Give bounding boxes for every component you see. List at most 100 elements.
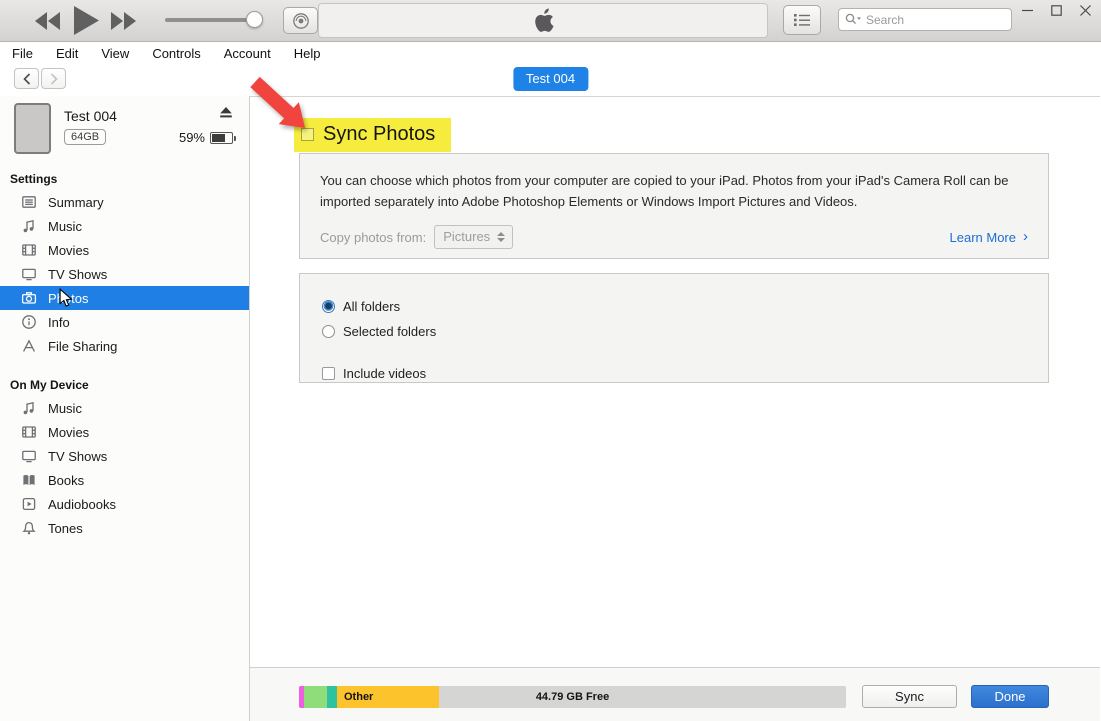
all-folders-label: All folders xyxy=(343,299,400,314)
learn-more-label: Learn More xyxy=(950,230,1016,245)
capacity-bar: Other 44.79 GB Free xyxy=(299,686,846,708)
free-space-label: 44.79 GB Free xyxy=(299,686,846,708)
maximize-icon xyxy=(1051,5,1062,16)
minimize-icon xyxy=(1022,5,1033,16)
sync-button[interactable]: Sync xyxy=(862,685,957,708)
sidebar-item-label: File Sharing xyxy=(48,339,117,354)
view-menu-button[interactable] xyxy=(783,5,821,35)
toolbar xyxy=(0,0,1101,42)
photos-description: You can choose which photos from your co… xyxy=(320,170,1026,212)
minimize-button[interactable] xyxy=(1019,2,1035,18)
done-button[interactable]: Done xyxy=(971,685,1049,708)
fast-forward-button[interactable] xyxy=(110,12,136,33)
sidebar-item-summary[interactable]: Summary xyxy=(0,190,249,214)
info-icon xyxy=(20,314,37,331)
menu-view[interactable]: View xyxy=(101,46,129,61)
all-folders-radio[interactable] xyxy=(322,300,335,313)
apple-logo-icon xyxy=(532,7,555,34)
file-sharing-icon xyxy=(20,338,37,355)
close-icon xyxy=(1080,5,1091,16)
include-videos-option[interactable]: Include videos xyxy=(322,361,1048,386)
rewind-icon xyxy=(35,12,61,30)
photos-description-box: You can choose which photos from your co… xyxy=(299,153,1049,259)
updown-chevrons-icon xyxy=(497,232,505,242)
sidebar-item-label: Music xyxy=(48,401,82,416)
sidebar-item-label: Movies xyxy=(48,243,89,258)
sidebar-item-music[interactable]: Music xyxy=(0,214,249,238)
battery-status: 59% xyxy=(179,130,233,145)
search-icon[interactable] xyxy=(845,13,862,26)
camera-icon xyxy=(20,290,37,307)
close-button[interactable] xyxy=(1077,2,1093,18)
menu-account[interactable]: Account xyxy=(224,46,271,61)
sidebar-item-tv-shows[interactable]: TV Shows xyxy=(0,262,249,286)
film-icon xyxy=(20,242,37,259)
sidebar-item-photos[interactable]: Photos xyxy=(0,286,249,310)
sidebar-item-device-tv-shows[interactable]: TV Shows xyxy=(0,444,249,468)
sync-photos-highlight: Sync Photos xyxy=(294,118,451,152)
copy-photos-from-label: Copy photos from: xyxy=(320,230,426,245)
sidebar-item-device-audiobooks[interactable]: Audiobooks xyxy=(0,492,249,516)
sidebar-item-label: Movies xyxy=(48,425,89,440)
selected-folders-radio[interactable] xyxy=(322,325,335,338)
menu-edit[interactable]: Edit xyxy=(56,46,78,61)
panel-title: Sync Photos xyxy=(323,123,435,146)
chevron-right-icon: › xyxy=(1023,229,1028,244)
itunes-window: File Edit View Controls Account Help Tes… xyxy=(0,0,1101,721)
play-icon xyxy=(74,6,99,35)
rewind-button[interactable] xyxy=(35,12,61,33)
sidebar-item-device-music[interactable]: Music xyxy=(0,396,249,420)
menu-file[interactable]: File xyxy=(12,46,33,61)
device-name: Test 004 xyxy=(64,108,117,124)
copy-photos-from-dropdown[interactable]: Pictures xyxy=(434,225,513,249)
sidebar-item-file-sharing[interactable]: File Sharing xyxy=(0,334,249,358)
back-button[interactable] xyxy=(14,68,39,89)
include-videos-checkbox[interactable] xyxy=(322,367,335,380)
maximize-button[interactable] xyxy=(1048,2,1064,18)
settings-section-label: Settings xyxy=(10,172,249,186)
sidebar-item-label: Tones xyxy=(48,521,83,536)
books-icon xyxy=(20,472,37,489)
airplay-icon xyxy=(291,11,311,31)
sidebar-item-label: Audiobooks xyxy=(48,497,116,512)
sidebar-item-movies[interactable]: Movies xyxy=(0,238,249,262)
sidebar-item-device-movies[interactable]: Movies xyxy=(0,420,249,444)
sidebar-item-device-books[interactable]: Books xyxy=(0,468,249,492)
music-icon xyxy=(20,218,37,235)
device-tab-badge[interactable]: Test 004 xyxy=(513,67,588,91)
on-my-device-section-label: On My Device xyxy=(10,378,249,392)
airplay-button[interactable] xyxy=(283,7,318,34)
list-view-icon xyxy=(792,12,812,28)
volume-track[interactable] xyxy=(165,18,257,22)
selected-folders-label: Selected folders xyxy=(343,324,436,339)
learn-more-link[interactable]: Learn More › xyxy=(950,230,1028,245)
device-sidebar: Test 004 64GB 59% Settings Summary xyxy=(0,96,250,721)
play-button[interactable] xyxy=(74,6,99,38)
chevron-right-icon xyxy=(50,73,58,85)
sidebar-item-label: Summary xyxy=(48,195,104,210)
film-icon xyxy=(20,424,37,441)
mouse-cursor xyxy=(58,288,74,308)
all-folders-option[interactable]: All folders xyxy=(322,294,1048,319)
search-input[interactable] xyxy=(866,13,986,27)
eject-button[interactable] xyxy=(219,106,233,124)
menu-help[interactable]: Help xyxy=(294,46,321,61)
photos-sync-panel: Sync Photos You can choose which photos … xyxy=(250,96,1100,721)
forward-button[interactable] xyxy=(41,68,66,89)
selected-folders-option[interactable]: Selected folders xyxy=(322,319,1048,344)
menu-controls[interactable]: Controls xyxy=(152,46,200,61)
device-header: Test 004 64GB 59% xyxy=(0,96,249,158)
footer-bar: Other 44.79 GB Free Sync Done xyxy=(250,667,1100,721)
sidebar-item-info[interactable]: Info xyxy=(0,310,249,334)
chevron-left-icon xyxy=(23,73,31,85)
sidebar-item-label: TV Shows xyxy=(48,267,107,282)
summary-icon xyxy=(20,194,37,211)
battery-percent: 59% xyxy=(179,130,205,145)
battery-icon xyxy=(210,132,233,144)
volume-knob[interactable] xyxy=(246,11,263,28)
tv-icon xyxy=(20,266,37,283)
sidebar-item-label: TV Shows xyxy=(48,449,107,464)
sidebar-item-label: Books xyxy=(48,473,84,488)
sidebar-item-device-tones[interactable]: Tones xyxy=(0,516,249,540)
folder-options-box: All folders Selected folders Include vid… xyxy=(299,273,1049,383)
